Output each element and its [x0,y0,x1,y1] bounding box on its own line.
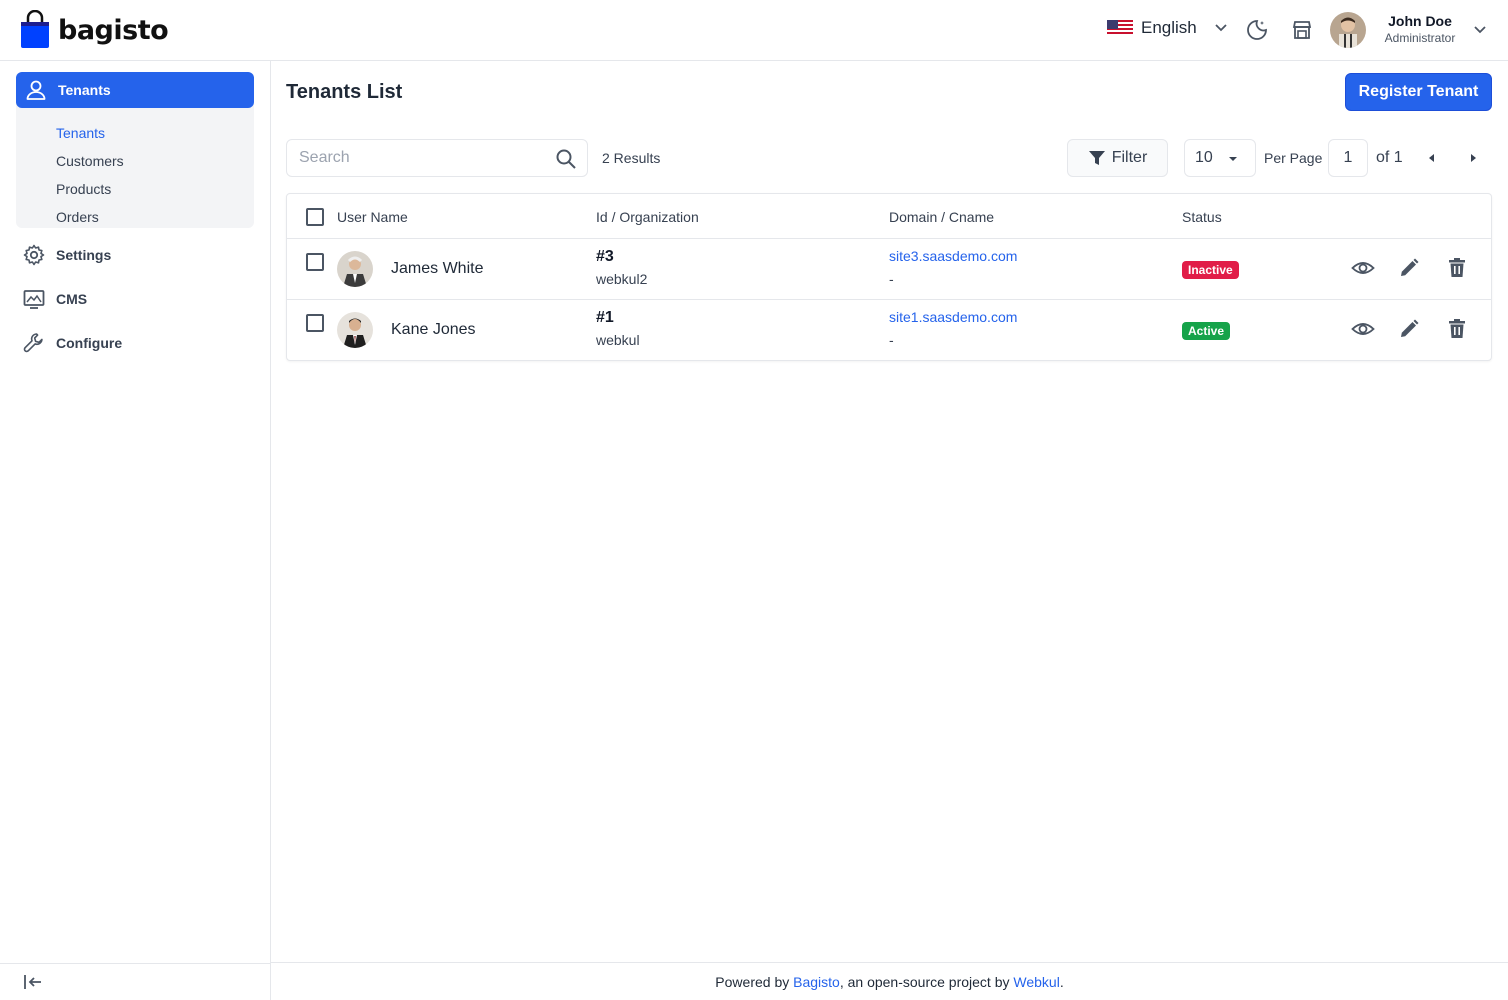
sidebar: Tenants Tenants Customers Products Order… [0,61,271,1000]
storefront-icon[interactable] [1290,18,1314,42]
dark-mode-icon[interactable] [1245,18,1269,42]
sidebar-subitem-products[interactable]: Products [56,181,111,197]
total-pages: of 1 [1376,149,1403,166]
page-title: Tenants List [286,81,403,103]
sidebar-subitem-tenants[interactable]: Tenants [56,125,105,141]
table-row: Kane Jones #1 webkul site1.saasdemo.com … [287,300,1491,361]
view-eye-icon[interactable] [1351,317,1375,341]
per-page-label: Per Page [1264,150,1323,166]
gear-icon [23,244,45,266]
sidebar-item-settings[interactable]: Settings [22,243,111,267]
tenant-name: James White [391,260,484,277]
tenant-avatar [337,251,373,287]
brand-name: bagisto [58,14,169,46]
prev-page-icon[interactable] [1424,150,1440,166]
search-icon[interactable] [555,148,577,170]
column-header-id-organization[interactable]: Id / Organization [596,209,699,225]
shopping-bag-icon [21,10,49,48]
us-flag-icon [1107,20,1133,36]
collapse-sidebar-icon[interactable] [22,971,44,993]
edit-pencil-icon[interactable] [1397,317,1421,341]
sidebar-item-cms[interactable]: CMS [22,287,87,311]
per-page-value: 10 [1195,149,1213,166]
tenant-cname: - [889,332,894,348]
tenant-id: #3 [596,248,614,265]
bagisto-logo[interactable]: bagisto [20,10,169,50]
user-menu-chevron-icon[interactable] [1470,20,1490,40]
sidebar-subitem-customers[interactable]: Customers [56,153,124,169]
language-label: English [1141,18,1197,37]
search-box [286,139,588,177]
page-number-input[interactable] [1328,139,1368,177]
tenant-avatar [337,312,373,348]
user-info: John Doe Administrator [1378,13,1462,45]
sidebar-item-configure[interactable]: Configure [22,331,122,355]
sidebar-subitem-orders[interactable]: Orders [56,209,99,225]
row-checkbox[interactable] [306,314,324,332]
user-avatar[interactable] [1330,12,1366,48]
register-tenant-button[interactable]: Register Tenant [1345,73,1492,111]
tenant-cname: - [889,271,894,287]
results-count: 2 Results [602,150,661,166]
delete-trash-icon[interactable] [1445,256,1469,280]
filter-button[interactable]: Filter [1067,139,1168,177]
select-all-checkbox[interactable] [306,208,324,226]
tenants-table: User Name Id / Organization Domain / Cna… [286,193,1492,361]
wrench-icon [23,333,43,353]
footer-middle: , an open-source project by [839,973,1014,990]
caret-down-icon [1229,157,1237,161]
sidebar-item-label: Configure [56,335,123,351]
top-header: bagisto English John Doe Administrator [0,0,1508,61]
footer-prefix: Powered by [715,973,794,990]
tenants-nav-group: Tenants Tenants Customers Products Order… [16,72,254,228]
bagisto-link[interactable]: Bagisto [793,974,840,990]
monitor-icon [23,290,45,309]
filter-icon [1088,151,1105,165]
edit-pencil-icon[interactable] [1397,256,1421,280]
column-header-user-name[interactable]: User Name [337,209,408,225]
status-badge: Inactive [1182,261,1239,279]
delete-trash-icon[interactable] [1445,317,1469,341]
sidebar-item-label: Tenants [58,82,111,98]
tenant-domain-link[interactable]: site1.saasdemo.com [889,309,1017,325]
user-name: John Doe [1388,13,1452,29]
table-row: James White #3 webkul2 site3.saasdemo.co… [287,239,1491,300]
user-icon [26,80,46,100]
row-checkbox[interactable] [306,253,324,271]
column-header-domain-cname[interactable]: Domain / Cname [889,209,994,225]
page-footer: Powered by Bagisto , an open-source proj… [271,962,1508,1000]
column-header-status[interactable]: Status [1182,209,1222,225]
table-header: User Name Id / Organization Domain / Cna… [287,194,1491,239]
view-eye-icon[interactable] [1351,256,1375,280]
tenant-organization: webkul [596,332,640,348]
footer-suffix: . [1059,973,1064,990]
status-badge: Active [1182,322,1231,340]
language-switcher[interactable]: English [1107,18,1231,38]
tenant-organization: webkul2 [596,271,648,287]
filter-label: Filter [1111,149,1148,166]
sidebar-item-label: Settings [56,247,112,263]
sidebar-footer [0,963,270,1000]
tenant-name: Kane Jones [391,321,476,338]
search-input[interactable] [287,149,537,167]
tenant-domain-link[interactable]: site3.saasdemo.com [889,248,1017,264]
tenant-id: #1 [596,309,614,326]
user-role: Administrator [1384,31,1456,45]
sidebar-item-tenants[interactable]: Tenants [16,72,254,108]
next-page-icon[interactable] [1465,150,1481,166]
chevron-down-icon [1215,24,1227,32]
webkul-link[interactable]: Webkul [1013,974,1059,990]
per-page-select[interactable]: 10 [1184,139,1256,177]
sidebar-item-label: CMS [56,291,88,307]
